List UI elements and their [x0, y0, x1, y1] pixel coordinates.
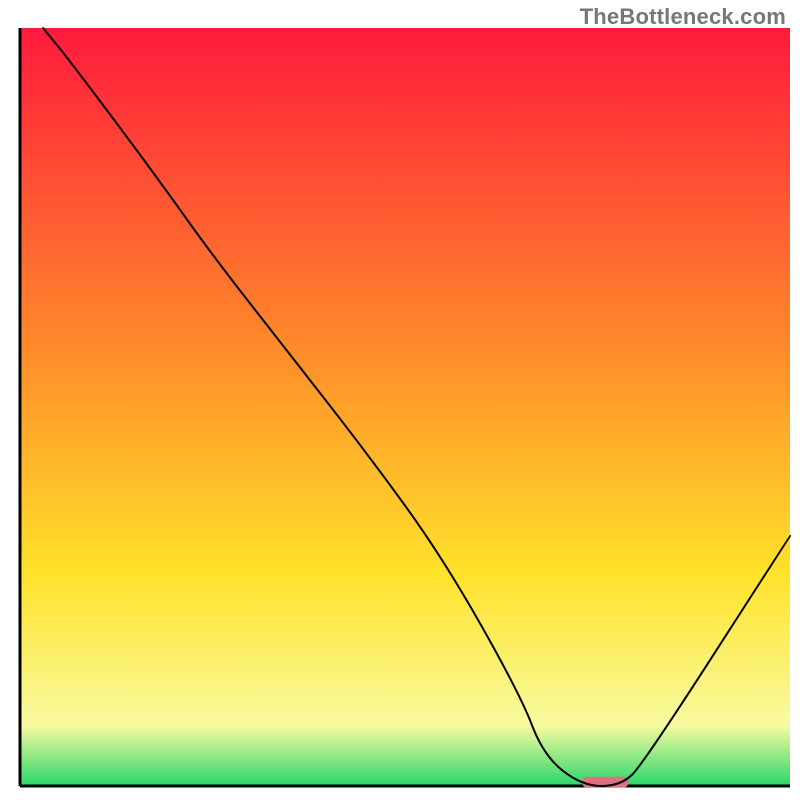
watermark-text: TheBottleneck.com: [580, 4, 786, 30]
chart-frame: TheBottleneck.com: [0, 0, 800, 800]
bottleneck-chart: [0, 0, 800, 800]
gradient-background: [20, 28, 790, 786]
